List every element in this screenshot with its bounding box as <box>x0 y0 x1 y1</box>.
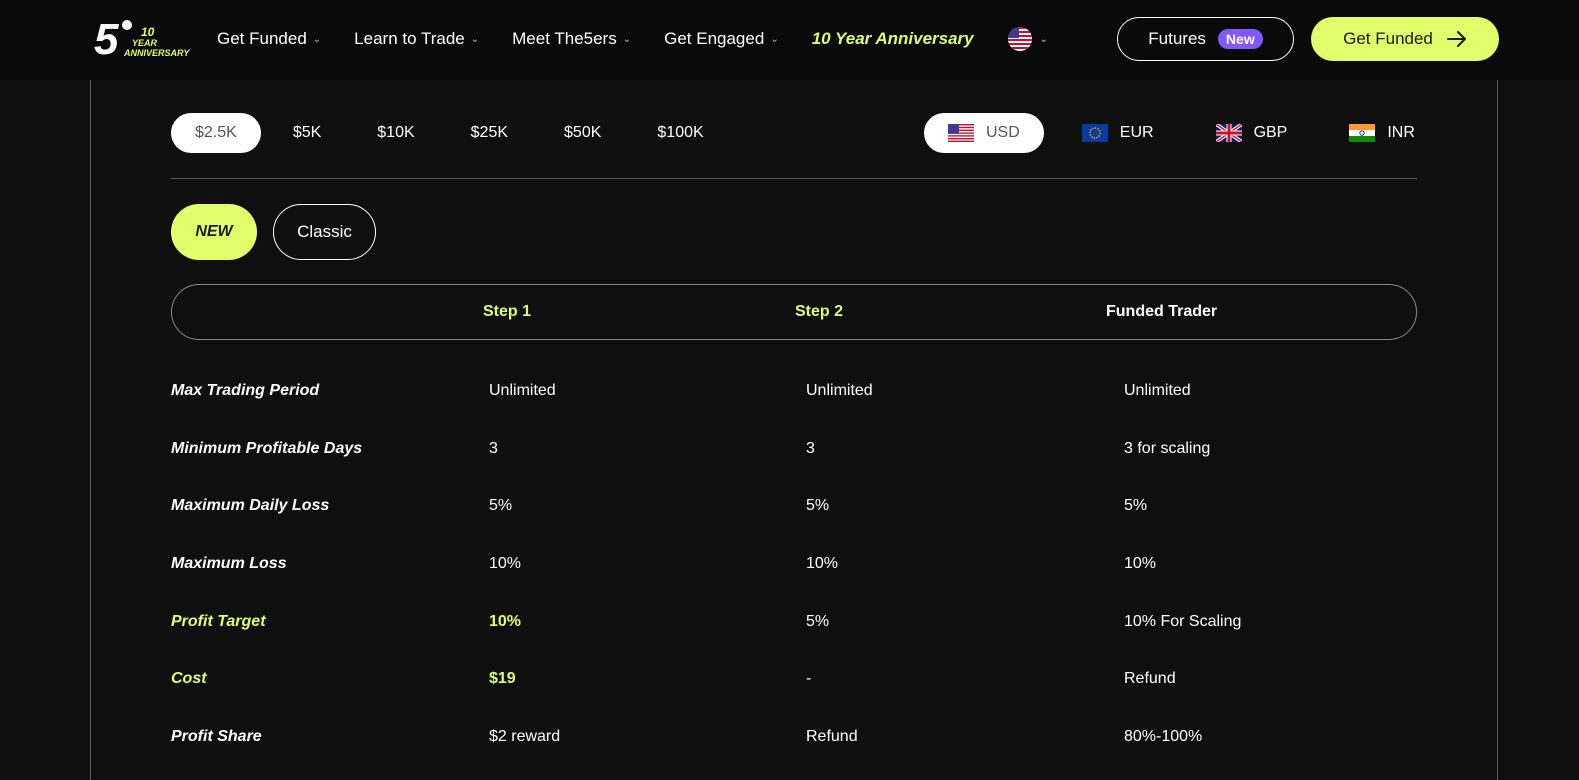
nav-get-engaged[interactable]: Get Engaged ⌄ <box>664 29 779 49</box>
eu-flag-icon <box>1081 124 1108 142</box>
nav-learn-to-trade-label: Learn to Trade <box>354 29 465 48</box>
chevron-down-icon: ⌄ <box>470 33 480 45</box>
funded-value: 10% <box>1124 555 1157 573</box>
step-1-value: 10% <box>489 612 522 630</box>
nav-get-engaged-label: Get Engaged <box>664 29 765 48</box>
nav-get-funded[interactable]: Get Funded ⌄ <box>217 29 321 49</box>
currency-label-eur: EUR <box>1119 124 1154 141</box>
nav-meet-the5ers-label: Meet The5ers <box>512 29 617 48</box>
new-badge: New <box>1217 29 1263 49</box>
step-1-value: Unlimited <box>489 382 556 399</box>
step-2-value: - <box>806 670 812 688</box>
row-label: Minimum Profitable Days <box>171 439 363 457</box>
nav-10-year-anniversary[interactable]: 10 Year Anniversary <box>812 29 974 49</box>
step-1-value: 5% <box>489 497 513 515</box>
main-nav: Get Funded ⌄ Learn to Trade ⌄ Meet The5e… <box>217 26 1048 52</box>
logo-year: YEAR <box>132 38 158 48</box>
get-funded-cta-label: Get Funded <box>1343 29 1433 48</box>
nav-learn-to-trade[interactable]: Learn to Trade ⌄ <box>354 29 479 49</box>
currency-tabs: USD EUR GBP INR <box>924 113 1453 153</box>
chevron-down-icon: ⌄ <box>312 33 322 45</box>
step-2-heading: Step 2 <box>795 303 844 320</box>
the5ers-10-year-anniversary-logo[interactable]: 5 10 YEAR ANNIVERSARY <box>94 16 194 62</box>
funded-value: 5% <box>1124 497 1148 515</box>
row-label: Profit Target <box>171 612 266 630</box>
step-2-value: 5% <box>806 497 830 515</box>
step-2-value: 5% <box>806 612 830 630</box>
us-flag-icon <box>948 124 974 142</box>
step-1-value: 10% <box>489 555 522 573</box>
chevron-down-icon: ⌄ <box>1039 33 1049 45</box>
currency-tab-usd[interactable]: USD <box>924 113 1044 153</box>
table-row: Minimum Profitable Days 3 3 3 for scalin… <box>171 436 1417 494</box>
nav-get-funded-label: Get Funded <box>217 29 307 48</box>
row-label: Maximum Daily Loss <box>171 497 330 515</box>
table-row: Maximum Daily Loss 5% 5% 5% <box>171 493 1417 551</box>
program-type-classic-button[interactable]: Classic <box>273 204 376 260</box>
step-1-value: 3 <box>489 439 498 457</box>
step-2-value: Unlimited <box>806 382 873 399</box>
chevron-down-icon: ⌄ <box>622 33 632 45</box>
futures-label: Futures <box>1148 29 1206 48</box>
step-2-value: 3 <box>806 439 815 457</box>
futures-button[interactable]: Futures New <box>1117 17 1294 61</box>
step-2-value: 10% <box>806 555 839 573</box>
table-row: Profit Share $2 reward Refund 80%-100% <box>171 724 1417 780</box>
steps-header: Step 1 Step 2 Funded Trader <box>171 284 1417 340</box>
program-type-new-button[interactable]: NEW <box>171 204 257 260</box>
funded-value: Unlimited <box>1124 382 1191 399</box>
table-row: Max Trading Period Unlimited Unlimited U… <box>171 378 1417 436</box>
funded-value: 3 for scaling <box>1124 439 1211 457</box>
table-row: Cost $19 - Refund <box>171 666 1417 724</box>
uk-flag-icon <box>1215 124 1242 142</box>
table-row: Maximum Loss 10% 10% 10% <box>171 551 1417 609</box>
row-label: Max Trading Period <box>171 382 320 399</box>
step-1-heading: Step 1 <box>483 303 532 320</box>
row-label: Profit Share <box>171 728 262 746</box>
currency-tab-gbp[interactable]: GBP <box>1192 113 1312 153</box>
arrow-right-icon <box>1446 31 1467 47</box>
funded-value: 80%-100% <box>1124 728 1203 746</box>
funded-value: 10% For Scaling <box>1124 612 1242 630</box>
language-selector[interactable]: ⌄ <box>1007 27 1049 51</box>
us-flag-icon <box>1007 27 1032 51</box>
size-tab-10k[interactable]: $10K <box>353 113 438 153</box>
logo-ten: 10 <box>141 25 155 39</box>
account-size-tabs: $2.5K $5K $10K $25K $50K $100K <box>171 113 736 153</box>
size-tab-25k[interactable]: $25K <box>447 113 532 153</box>
chevron-down-icon: ⌄ <box>770 33 779 45</box>
nav-meet-the5ers[interactable]: Meet The5ers ⌄ <box>512 29 631 49</box>
step-1-value: $2 reward <box>489 728 561 746</box>
program-rules-table: Max Trading Period Unlimited Unlimited U… <box>171 378 1417 780</box>
logo-anniversary: ANNIVERSARY <box>123 48 190 58</box>
row-label: Cost <box>171 670 207 688</box>
get-funded-cta-button[interactable]: Get Funded <box>1311 17 1499 61</box>
step-2-value: Refund <box>806 728 858 746</box>
size-tab-50k[interactable]: $50K <box>540 113 625 153</box>
funded-trader-heading: Funded Trader <box>1106 303 1218 320</box>
logo-five: 5 <box>94 16 119 62</box>
currency-tab-inr[interactable]: INR <box>1325 113 1439 153</box>
currency-label-usd: USD <box>986 124 1020 141</box>
step-1-value: $19 <box>489 670 516 688</box>
size-tab-100k[interactable]: $100K <box>633 113 727 153</box>
currency-label-inr: INR <box>1387 124 1415 141</box>
size-tab-2-5k[interactable]: $2.5K <box>171 113 261 153</box>
section-divider <box>171 178 1417 179</box>
india-flag-icon <box>1349 124 1376 142</box>
row-label: Maximum Loss <box>171 555 287 573</box>
currency-label-gbp: GBP <box>1253 124 1288 141</box>
currency-tab-eur[interactable]: EUR <box>1058 113 1178 153</box>
size-tab-5k[interactable]: $5K <box>269 113 345 153</box>
table-row: Profit Target 10% 5% 10% For Scaling <box>171 609 1417 667</box>
funded-value: Refund <box>1124 670 1176 688</box>
